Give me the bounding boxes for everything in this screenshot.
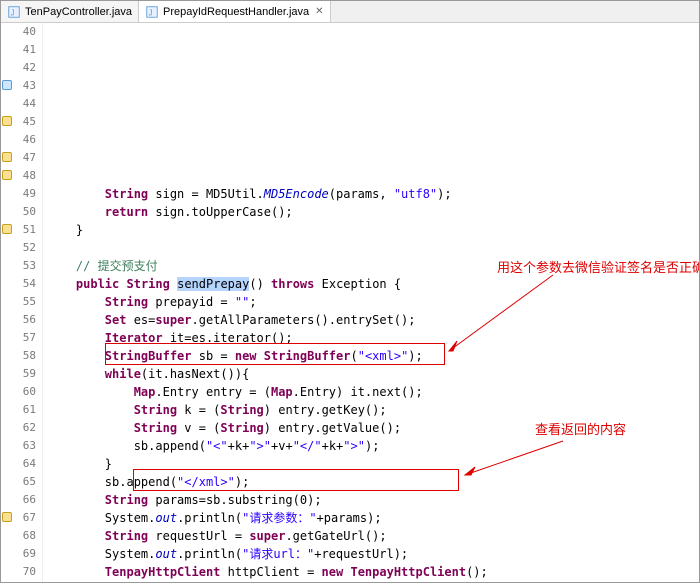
arrow-2 <box>459 435 569 479</box>
warning-marker <box>2 152 12 162</box>
line-number: 65 <box>1 473 36 491</box>
code-line[interactable]: Set es=super.getAllParameters().entrySet… <box>47 311 699 329</box>
annotation-2: 查看返回的内容 <box>535 421 626 439</box>
code-line[interactable]: System.out.println("请求参数："+params); <box>47 509 699 527</box>
code-line[interactable]: } <box>47 221 699 239</box>
code-editor[interactable]: 4041424344454647484950515253545556575859… <box>1 23 699 582</box>
code-line[interactable]: String sign = MD5Util.MD5Encode(params, … <box>47 185 699 203</box>
line-number: 49 <box>1 185 36 203</box>
line-number: 50 <box>1 203 36 221</box>
line-number: 70 <box>1 563 36 581</box>
code-line[interactable] <box>47 239 699 257</box>
code-line[interactable]: System.out.println("请求url："+requestUrl); <box>47 545 699 563</box>
tab-label: PrepayIdRequestHandler.java <box>163 6 309 18</box>
code-line[interactable]: TenpayHttpClient httpClient = new Tenpay… <box>47 563 699 581</box>
line-number: 46 <box>1 131 36 149</box>
code-area[interactable]: 用这个参数去微信验证签名是否正确 查看返回的内容 String sign = M… <box>43 23 699 582</box>
line-number: 44 <box>1 95 36 113</box>
code-line[interactable]: sb.append("<"+k+">"+v+"</"+k+">"); <box>47 437 699 455</box>
line-number: 52 <box>1 239 36 257</box>
code-line[interactable]: return sign.toUpperCase(); <box>47 203 699 221</box>
line-number: 41 <box>1 41 36 59</box>
code-line[interactable]: httpClient.setReqContent(requestUrl); <box>47 581 699 582</box>
line-number: 62 <box>1 419 36 437</box>
close-icon[interactable]: ✕ <box>315 6 323 17</box>
line-number: 61 <box>1 401 36 419</box>
tab-prepayidrequesthandler[interactable]: J PrepayIdRequestHandler.java ✕ <box>139 1 331 22</box>
line-number: 58 <box>1 347 36 365</box>
warning-marker <box>2 512 12 522</box>
code-line[interactable]: String requestUrl = super.getGateUrl(); <box>47 527 699 545</box>
line-number: 53 <box>1 257 36 275</box>
code-line[interactable]: String params=sb.substring(0); <box>47 491 699 509</box>
line-number: 51 <box>1 221 36 239</box>
info-marker <box>2 80 12 90</box>
svg-text:J: J <box>149 8 153 17</box>
highlight-box-2 <box>133 469 459 491</box>
java-file-icon: J <box>145 5 159 19</box>
line-number: 42 <box>1 59 36 77</box>
highlight-box-1 <box>105 343 445 365</box>
line-number: 64 <box>1 455 36 473</box>
svg-text:J: J <box>11 8 15 17</box>
line-number: 63 <box>1 437 36 455</box>
tab-label: TenPayController.java <box>25 6 132 18</box>
line-number: 68 <box>1 527 36 545</box>
line-number: 69 <box>1 545 36 563</box>
code-line[interactable]: public String sendPrepay() throws Except… <box>47 275 699 293</box>
line-number: 60 <box>1 383 36 401</box>
line-number: 67 <box>1 509 36 527</box>
editor-tabs: J TenPayController.java J PrepayIdReques… <box>1 1 699 23</box>
line-number: 56 <box>1 311 36 329</box>
java-file-icon: J <box>7 5 21 19</box>
line-gutter: 4041424344454647484950515253545556575859… <box>1 23 43 582</box>
line-number: 55 <box>1 293 36 311</box>
warning-marker <box>2 116 12 126</box>
line-number: 47 <box>1 149 36 167</box>
tab-tenpaycontroller[interactable]: J TenPayController.java <box>1 1 139 22</box>
code-line[interactable]: while(it.hasNext()){ <box>47 365 699 383</box>
arrow-1 <box>443 267 563 357</box>
line-number: 45 <box>1 113 36 131</box>
code-line[interactable]: Map.Entry entry = (Map.Entry) it.next(); <box>47 383 699 401</box>
warning-marker <box>2 224 12 234</box>
line-number: 66 <box>1 491 36 509</box>
code-line[interactable]: String prepayid = ""; <box>47 293 699 311</box>
annotation-1: 用这个参数去微信验证签名是否正确 <box>497 259 699 277</box>
line-number: 57 <box>1 329 36 347</box>
line-number: 54 <box>1 275 36 293</box>
line-number: 48 <box>1 167 36 185</box>
line-number: 40 <box>1 23 36 41</box>
line-number: 43 <box>1 77 36 95</box>
warning-marker <box>2 170 12 180</box>
code-line[interactable]: String k = (String) entry.getKey(); <box>47 401 699 419</box>
line-number: 59 <box>1 365 36 383</box>
